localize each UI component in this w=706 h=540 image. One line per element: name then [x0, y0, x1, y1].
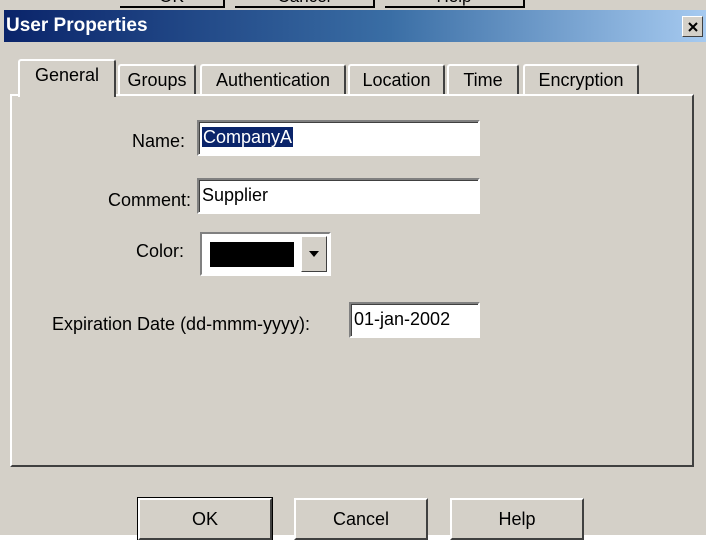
color-swatch: [210, 242, 294, 267]
title-bar[interactable]: User Properties: [4, 10, 706, 42]
close-icon: [688, 22, 698, 32]
dialog-body: General Groups Authentication Location T…: [4, 42, 706, 540]
chevron-down-icon: [309, 251, 319, 257]
background-window-strip: OK Cancel Help: [0, 0, 706, 10]
expiration-date-label: Expiration Date (dd-mmm-yyyy):: [52, 314, 311, 334]
expiration-date-field[interactable]: 01-jan-2002: [349, 302, 480, 338]
tab-groups[interactable]: Groups: [118, 64, 196, 95]
color-dropdown-button[interactable]: [301, 236, 327, 272]
ok-button[interactable]: OK: [137, 497, 273, 540]
tab-general[interactable]: General: [18, 59, 116, 97]
name-field[interactable]: CompanyA: [197, 120, 480, 156]
comment-label: Comment:: [108, 190, 192, 210]
cancel-button[interactable]: Cancel: [294, 498, 428, 540]
background-ok-button: OK: [120, 0, 225, 8]
comment-value: Supplier: [202, 185, 269, 205]
expiration-date-value: 01-jan-2002: [354, 309, 451, 329]
tab-encryption[interactable]: Encryption: [523, 64, 639, 95]
name-value: CompanyA: [202, 127, 294, 147]
color-label: Color:: [136, 241, 185, 261]
background-cancel-button: Cancel: [235, 0, 375, 8]
tab-authentication[interactable]: Authentication: [200, 64, 346, 95]
window-title: User Properties: [6, 15, 148, 36]
comment-field[interactable]: Supplier: [197, 178, 480, 214]
name-label: Name:: [132, 131, 186, 151]
tab-time[interactable]: Time: [447, 64, 519, 95]
help-button[interactable]: Help: [450, 498, 584, 540]
background-help-button: Help: [385, 0, 525, 8]
color-dropdown[interactable]: [200, 232, 331, 276]
tab-location[interactable]: Location: [348, 64, 445, 95]
close-button[interactable]: [682, 16, 703, 37]
